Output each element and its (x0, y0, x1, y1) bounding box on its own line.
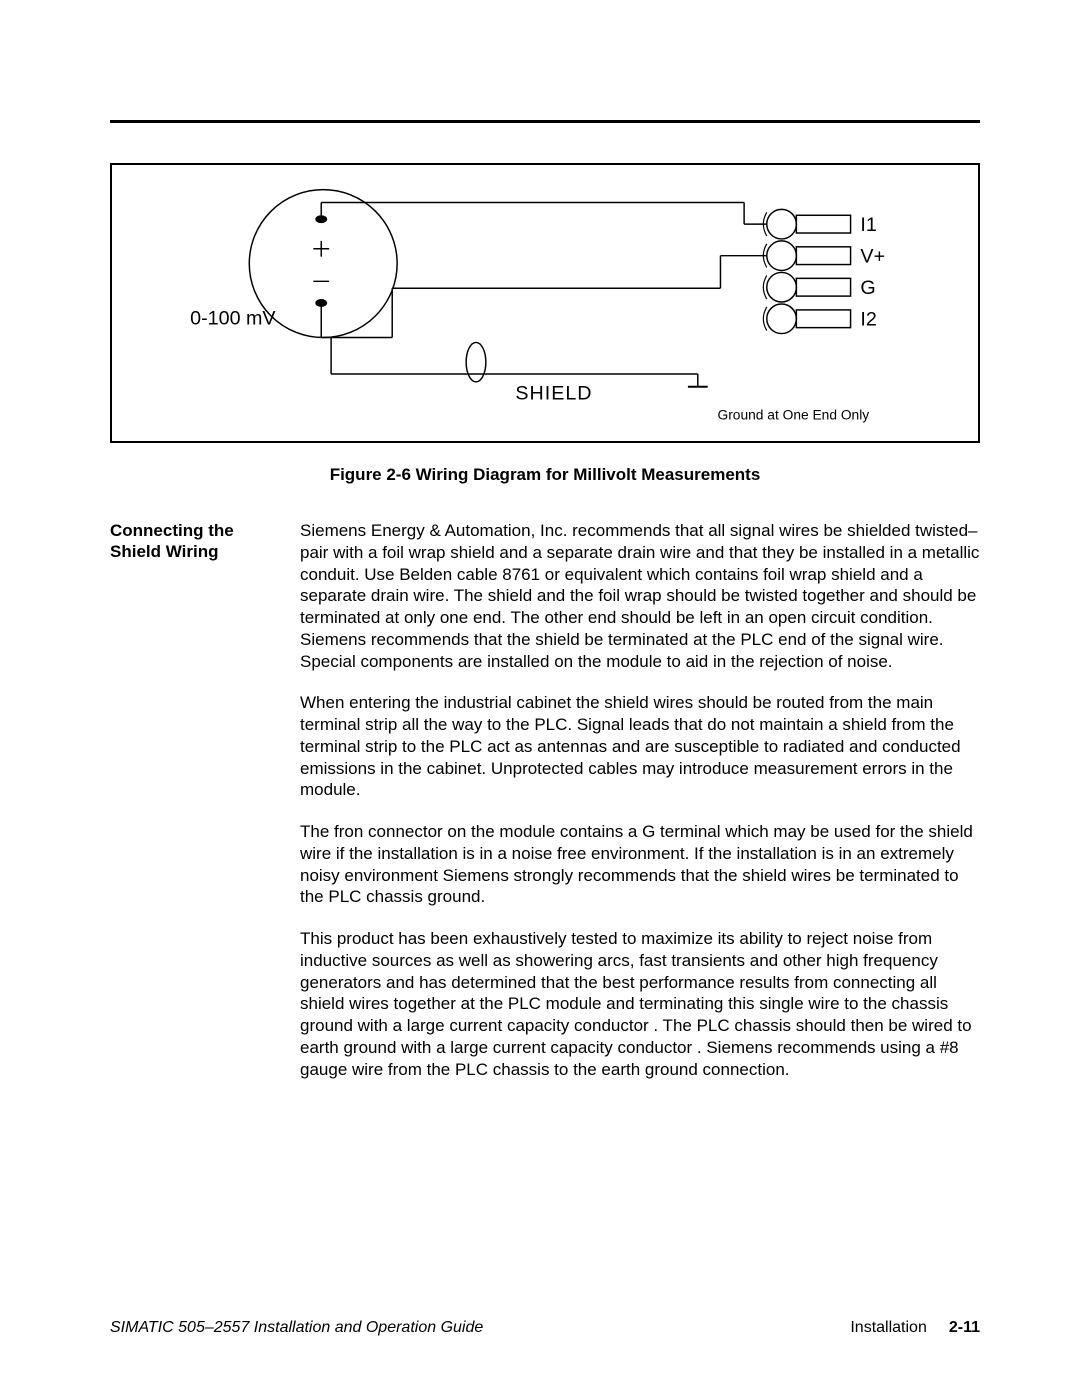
paragraph: This product has been exhaustively teste… (300, 928, 980, 1080)
footer-doc-title: SIMATIC 505–2557 Installation and Operat… (110, 1319, 483, 1337)
ground-note: Ground at One End Only (718, 407, 870, 422)
wiring-diagram-figure: 0-100 mV SHIELD Groun (110, 163, 980, 443)
terminal-block: I1 V+ G I2 (763, 209, 885, 333)
paragraph: When entering the industrial cabinet the… (300, 692, 980, 801)
body-text: Siemens Energy & Automation, Inc. recomm… (300, 520, 980, 1100)
terminal-vplus-label: V+ (860, 246, 885, 268)
shield-oval-icon (466, 342, 486, 381)
shield-label: SHIELD (515, 383, 592, 405)
source-range-label: 0-100 mV (190, 308, 276, 330)
page-footer: SIMATIC 505–2557 Installation and Operat… (110, 1319, 980, 1337)
section-heading: Connecting the Shield Wiring (110, 520, 270, 563)
content-section: Connecting the Shield Wiring Siemens Ene… (110, 520, 980, 1100)
document-page: 0-100 mV SHIELD Groun (0, 0, 1080, 1397)
footer-page-number: 2-11 (949, 1319, 980, 1337)
paragraph: The fron connector on the module contain… (300, 821, 980, 908)
footer-section-name: Installation (850, 1319, 927, 1337)
wiring-diagram-svg: 0-100 mV SHIELD Groun (112, 165, 978, 441)
horizontal-rule (110, 120, 980, 123)
terminal-g-label: G (860, 277, 875, 299)
terminal-i1-label: I1 (860, 214, 876, 236)
terminal-i2-label: I2 (860, 309, 876, 331)
paragraph: Siemens Energy & Automation, Inc. recomm… (300, 520, 980, 672)
figure-caption: Figure 2-6 Wiring Diagram for Millivolt … (110, 465, 980, 485)
